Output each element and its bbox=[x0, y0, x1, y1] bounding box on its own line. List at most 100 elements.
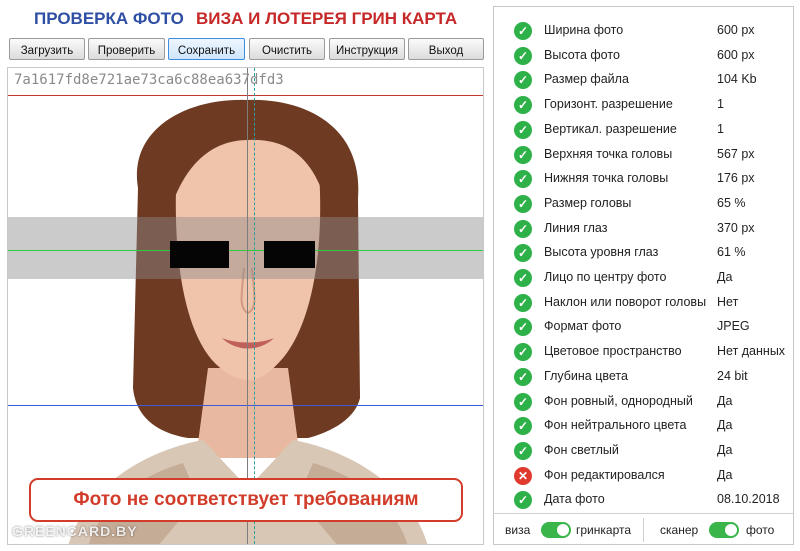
portrait-photo bbox=[68, 99, 428, 544]
check-label: Горизонт. разрешение bbox=[544, 97, 673, 112]
check-value: Да bbox=[717, 442, 733, 457]
check-label: Фон нейтрального цвета bbox=[544, 418, 687, 433]
check-value: 104 Kb bbox=[717, 72, 757, 87]
toggle1-left-label: виза bbox=[505, 523, 531, 537]
title-bar: ПРОВЕРКА ФОТО ВИЗА И ЛОТЕРЕЯ ГРИН КАРТА bbox=[0, 0, 492, 36]
toggle1-right-label: гринкарта bbox=[576, 523, 632, 537]
check-value: Да bbox=[717, 418, 733, 433]
check-row: ✓ Высота уровня глаз 61 % bbox=[494, 241, 793, 265]
check-label: Наклон или поворот головы bbox=[544, 294, 707, 309]
check-label: Размер файла bbox=[544, 72, 629, 87]
toggle2-left-label: сканер bbox=[660, 523, 699, 537]
check-label: Лицо по центру фото bbox=[544, 270, 667, 284]
check-label: Верхняя точка головы bbox=[544, 146, 673, 161]
check-pass-icon: ✓ bbox=[514, 491, 532, 510]
check-value: Да bbox=[717, 393, 733, 408]
exit-button[interactable]: Выход bbox=[408, 38, 484, 60]
save-button[interactable]: Сохранить bbox=[168, 38, 245, 60]
check-label: Дата фото bbox=[544, 492, 605, 507]
check-row: ✕ Фон редактировался Да bbox=[494, 464, 793, 488]
check-value: 600 px bbox=[717, 47, 755, 62]
check-row: ✓ Цветовое пространство Нет данных bbox=[494, 340, 793, 364]
check-value: 370 px bbox=[717, 220, 755, 235]
eye-zone-band bbox=[8, 217, 483, 279]
check-value: 1 bbox=[717, 121, 724, 136]
footer-divider bbox=[643, 518, 644, 542]
check-label: Размер головы bbox=[544, 195, 632, 210]
check-pass-icon: ✓ bbox=[514, 219, 532, 238]
visa-greencard-toggle[interactable] bbox=[541, 522, 571, 538]
check-row: ✓ Фон светлый Да bbox=[494, 439, 793, 463]
check-value: 65 % bbox=[717, 195, 746, 210]
check-label: Фон светлый bbox=[544, 442, 619, 457]
check-pass-icon: ✓ bbox=[514, 170, 532, 189]
photo-preview[interactable]: 7a1617fd8e721ae73ca6c88ea637dfd3 Фото не… bbox=[7, 67, 484, 545]
check-value: Да bbox=[717, 270, 733, 284]
check-row: ✓ Нижняя точка головы 176 px bbox=[494, 167, 793, 191]
mode-footer: виза гринкарта сканер фото bbox=[494, 513, 793, 546]
check-row: ✓ Фон нейтрального цвета Да bbox=[494, 414, 793, 438]
check-label: Глубина цвета bbox=[544, 368, 628, 383]
check-pass-icon: ✓ bbox=[514, 120, 532, 139]
check-row: ✓ Размер головы 65 % bbox=[494, 192, 793, 216]
check-pass-icon: ✓ bbox=[514, 269, 532, 287]
check-row: ✓ Формат фото JPEG bbox=[494, 315, 793, 339]
head-top-line bbox=[8, 95, 483, 96]
check-pass-icon: ✓ bbox=[514, 367, 532, 386]
toggle2-right-label: фото bbox=[746, 523, 775, 537]
check-row: ✓ Наклон или поворот головы Нет bbox=[494, 291, 793, 315]
chin-line bbox=[8, 405, 483, 406]
check-label: Линия глаз bbox=[544, 220, 608, 235]
clear-button[interactable]: Очистить bbox=[249, 38, 325, 60]
face-center-line bbox=[247, 68, 248, 544]
check-pass-icon: ✓ bbox=[514, 417, 532, 436]
check-pass-icon: ✓ bbox=[514, 145, 532, 164]
verdict-banner: Фото не соответствует требованиям bbox=[29, 478, 463, 522]
eye-censor-right bbox=[264, 241, 315, 268]
check-pass-icon: ✓ bbox=[514, 244, 532, 263]
check-value: Нет данных bbox=[717, 344, 786, 359]
check-results-panel: ✓ Ширина фото 600 px ✓ Высота фото 600 px ✓ Раз… bbox=[493, 6, 794, 545]
check-value: 1 bbox=[717, 97, 724, 112]
check-row: ✓ Дата фото 08.10.2018 bbox=[494, 488, 793, 512]
check-row: ✓ Ширина фото 600 px bbox=[494, 19, 793, 43]
app-title: ПРОВЕРКА ФОТО bbox=[34, 9, 184, 28]
check-pass-icon: ✓ bbox=[514, 71, 532, 90]
check-value: Да bbox=[717, 467, 733, 482]
check-value: 176 px bbox=[717, 171, 755, 186]
app-subtitle: ВИЗА И ЛОТЕРЕЯ ГРИН КАРТА bbox=[196, 9, 458, 28]
eye-line bbox=[8, 250, 483, 251]
watermark: GREENCARD.BY bbox=[12, 523, 138, 539]
check-row: ✓ Размер файла 104 Kb bbox=[494, 68, 793, 92]
check-row: ✓ Горизонт. разрешение 1 bbox=[494, 93, 793, 117]
check-pass-icon: ✓ bbox=[514, 22, 532, 40]
check-pass-icon: ✓ bbox=[514, 46, 532, 65]
manual-button[interactable]: Инструкция bbox=[329, 38, 405, 60]
check-pass-icon: ✓ bbox=[514, 194, 532, 213]
scanner-photo-toggle[interactable] bbox=[709, 522, 739, 538]
check-label: Формат фото bbox=[544, 319, 622, 334]
check-value: 24 bit bbox=[717, 368, 748, 383]
check-pass-icon: ✓ bbox=[514, 441, 532, 460]
check-label: Фон редактировался bbox=[544, 467, 665, 482]
check-label: Фон ровный, однородный bbox=[544, 393, 693, 408]
check-value: 567 px bbox=[717, 146, 755, 161]
check-row: ✓ Лицо по центру фото Да bbox=[494, 266, 793, 290]
check-row: ✓ Фон ровный, однородный Да bbox=[494, 390, 793, 414]
check-row: ✓ Вертикал. разрешение 1 bbox=[494, 118, 793, 142]
upload-button[interactable]: Загрузить bbox=[9, 38, 85, 60]
check-fail-icon: ✕ bbox=[514, 466, 532, 485]
check-value: 61 % bbox=[717, 245, 746, 260]
check-row: ✓ Высота фото 600 px bbox=[494, 44, 793, 68]
check-label: Высота фото bbox=[544, 47, 620, 62]
check-pass-icon: ✓ bbox=[514, 343, 532, 362]
photo-hash: 7a1617fd8e721ae73ca6c88ea637dfd3 bbox=[14, 72, 284, 88]
check-button[interactable]: Проверить bbox=[88, 38, 165, 60]
check-label: Вертикал. разрешение bbox=[544, 121, 677, 136]
check-pass-icon: ✓ bbox=[514, 293, 532, 312]
check-pass-icon: ✓ bbox=[514, 392, 532, 411]
photo-center-line bbox=[254, 68, 255, 544]
check-pass-icon: ✓ bbox=[514, 96, 532, 115]
check-pass-icon: ✓ bbox=[514, 318, 532, 337]
check-label: Нижняя точка головы bbox=[544, 171, 669, 186]
